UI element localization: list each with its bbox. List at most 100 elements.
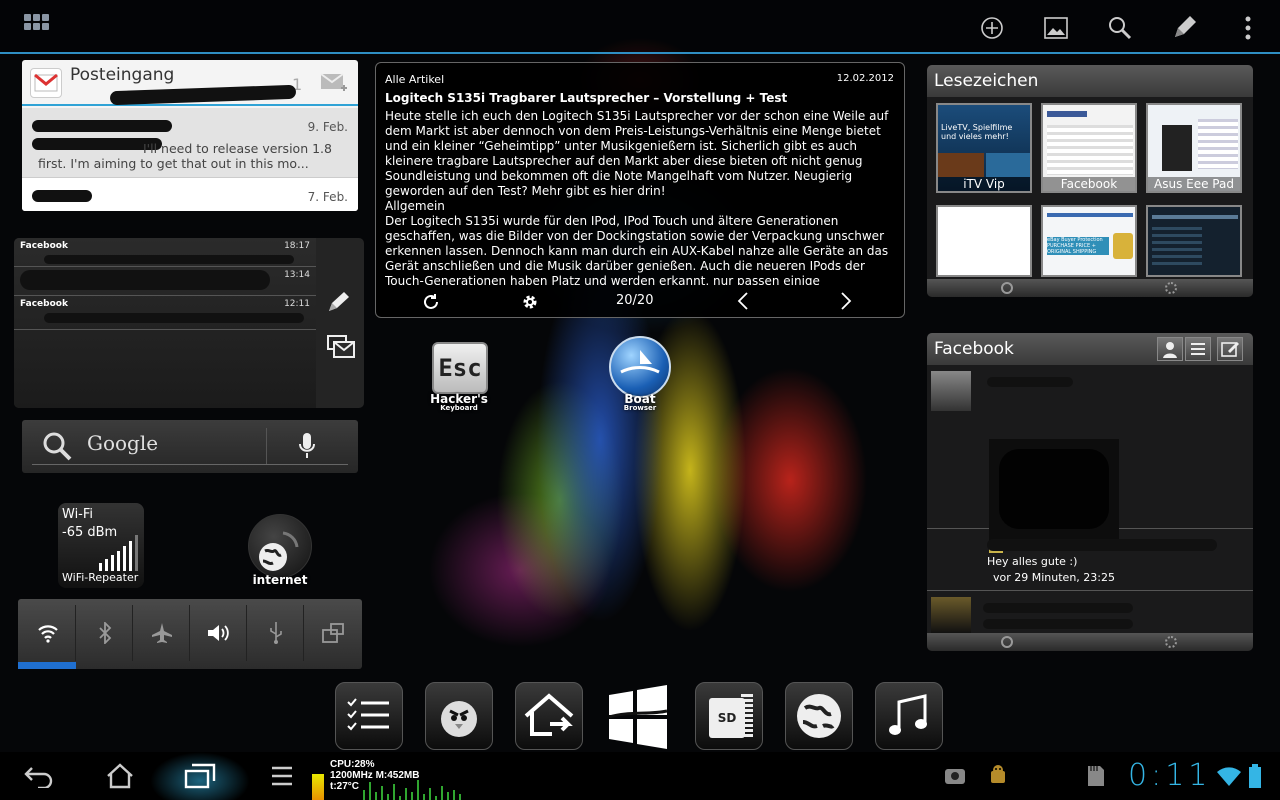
airplane-mode-toggle[interactable]: [134, 605, 190, 661]
feed-post[interactable]: [927, 591, 1253, 633]
previous-article-icon[interactable]: [736, 291, 750, 315]
menu-icon: [272, 766, 292, 786]
facebook-feed-list[interactable]: Facebook 18:17 13:14 Facebook 12:11: [14, 238, 316, 408]
wifi-network-name: WiFi-Repeater: [62, 571, 139, 584]
hackers-keyboard-shortcut[interactable]: Esc Hacker's Keyboard: [414, 340, 504, 415]
facebook-feed-widget: Facebook 18:17 13:14 Facebook 12:11: [14, 238, 364, 408]
bookmark-facebook[interactable]: Facebook: [1041, 103, 1137, 193]
screenshot-notification-icon[interactable]: [944, 766, 966, 790]
bookmark-itv-vip[interactable]: LiveTV, Spielfilme und vieles mehr! iTV …: [936, 103, 1032, 193]
signal-bars-icon: [99, 535, 138, 571]
angry-birds-shortcut[interactable]: [425, 682, 493, 750]
feed-item-source: Facebook: [20, 299, 68, 309]
next-article-icon[interactable]: [839, 291, 853, 315]
news-article-title[interactable]: Logitech S135i Tragbarer Lautsprecher – …: [385, 91, 787, 105]
write-post-icon[interactable]: [1217, 337, 1243, 361]
redacted-account: [109, 84, 297, 106]
messages-icon[interactable]: [326, 334, 356, 364]
refresh-icon[interactable]: [1001, 282, 1013, 294]
globe-icon: [797, 694, 841, 738]
wifi-toggle-indicator: [18, 662, 76, 669]
bluetooth-toggle[interactable]: [77, 605, 133, 661]
bookmarks-widget: Lesezeichen LiveTV, Spielfilme und viele…: [927, 65, 1253, 297]
recent-apps-button[interactable]: [180, 760, 220, 792]
screen-rotation-toggle[interactable]: [305, 605, 361, 661]
bookmark-ebay[interactable]: eBay Buyer Protection PURCHASE PRICE + O…: [1041, 205, 1137, 277]
home-shortcut[interactable]: [515, 682, 583, 750]
battery-icon: [1248, 764, 1262, 792]
edit-pencil-icon[interactable]: [1166, 10, 1202, 46]
esc-key-text: Esc: [438, 354, 482, 382]
search-icon: [42, 431, 72, 465]
globe-icon: [248, 514, 312, 578]
search-icon[interactable]: [1102, 10, 1138, 46]
task-list-shortcut[interactable]: [335, 682, 403, 750]
facebook-header: Facebook: [927, 333, 1253, 365]
recent-apps-icon: [184, 763, 216, 789]
bookmark-caption: LiveTV, Spielfilme und vieles mehr!: [941, 123, 1015, 141]
profile-icon[interactable]: [1157, 337, 1183, 361]
redacted-sender: [32, 120, 172, 132]
gmail-message-row[interactable]: 9. Feb. I'll need to release version 1.8…: [22, 108, 358, 178]
wifi-signal-widget[interactable]: Wi-Fi -65 dBm WiFi-Repeater: [58, 503, 144, 588]
voice-search-mic-icon[interactable]: [298, 432, 316, 464]
cpu-meter-bar: [312, 774, 324, 800]
music-shortcut[interactable]: [875, 682, 943, 750]
bookmark-label: Facebook: [1043, 177, 1135, 191]
add-widget-icon[interactable]: [974, 10, 1010, 46]
gmail-title: Posteingang: [70, 65, 175, 85]
hackers-keyboard-sublabel: Keyboard: [440, 404, 478, 412]
home-button[interactable]: [100, 760, 140, 792]
boat-browser-shortcut[interactable]: Boat Browser: [595, 334, 685, 414]
news-reader-widget[interactable]: Alle Artikel 12.02.2012 Logitech S135i T…: [375, 62, 905, 318]
redacted-text: [44, 313, 304, 323]
feed-item[interactable]: 13:14: [14, 267, 316, 296]
post-time: vor 29 Minuten, 23:25: [993, 571, 1115, 584]
google-search-bar[interactable]: Google: [22, 420, 358, 473]
settings-gear-icon[interactable]: [1165, 636, 1177, 648]
gmail-widget[interactable]: Posteingang 1 9. Feb. I'll need to relea…: [22, 60, 358, 211]
avatar: [931, 371, 971, 411]
news-article-body[interactable]: Heute stelle ich euch den Logitech S135i…: [385, 109, 897, 285]
redacted-name: [983, 603, 1133, 613]
post-photo[interactable]: [989, 439, 1119, 541]
windows-logo-shortcut[interactable]: [605, 685, 671, 749]
usb-toggle[interactable]: [248, 605, 304, 661]
bookmark-dark-site[interactable]: [1146, 205, 1242, 277]
gmail-message-row[interactable]: 7. Feb.: [22, 178, 358, 211]
facebook-footer: [927, 633, 1253, 651]
refresh-icon[interactable]: [422, 293, 440, 315]
bookmark-blank[interactable]: [936, 205, 1032, 277]
back-button[interactable]: [18, 760, 58, 792]
browser-shortcut[interactable]: [785, 682, 853, 750]
settings-gear-icon[interactable]: [521, 293, 539, 315]
internet-shortcut[interactable]: internet: [240, 514, 320, 594]
app-drawer-icon[interactable]: [24, 14, 56, 36]
feed-post[interactable]: Hey alles gute :) vor 29 Minuten, 23:25: [927, 529, 1253, 591]
menu-button[interactable]: [262, 760, 302, 792]
home-icon: [107, 763, 133, 789]
message-date: 7. Feb.: [307, 190, 348, 204]
compose-post-icon[interactable]: [326, 290, 352, 318]
refresh-icon[interactable]: [1001, 636, 1013, 648]
settings-gear-icon[interactable]: [1165, 282, 1177, 294]
bookmark-asus-eee-pad[interactable]: Asus Eee Pad: [1146, 103, 1242, 193]
bookmarks-title: Lesezeichen: [934, 71, 1039, 91]
compose-mail-icon[interactable]: [320, 70, 348, 98]
wifi-toggle[interactable]: [20, 605, 76, 661]
sd-card-shortcut[interactable]: SD: [695, 682, 763, 750]
clock[interactable]: 0:11: [1128, 758, 1211, 793]
overflow-menu-icon[interactable]: [1230, 10, 1266, 46]
bookmark-label: iTV Vip: [938, 177, 1030, 191]
feed-post[interactable]: vor 1 Minute, 23:53: [927, 365, 1253, 553]
android-notification-icon[interactable]: [988, 764, 1008, 792]
feed-list-icon[interactable]: [1185, 337, 1211, 361]
sound-toggle[interactable]: [191, 605, 247, 661]
wallpaper-icon[interactable]: [1038, 10, 1074, 46]
facebook-widget: Facebook vor 1 Minute, 23:53 Hey alles g…: [927, 333, 1253, 651]
boat-globe-icon: [609, 336, 671, 398]
feed-item[interactable]: Facebook 18:17: [14, 238, 316, 267]
gmail-header: Posteingang 1: [22, 60, 358, 106]
bookmarks-header: Lesezeichen: [927, 65, 1253, 97]
feed-item[interactable]: Facebook 12:11: [14, 296, 316, 330]
